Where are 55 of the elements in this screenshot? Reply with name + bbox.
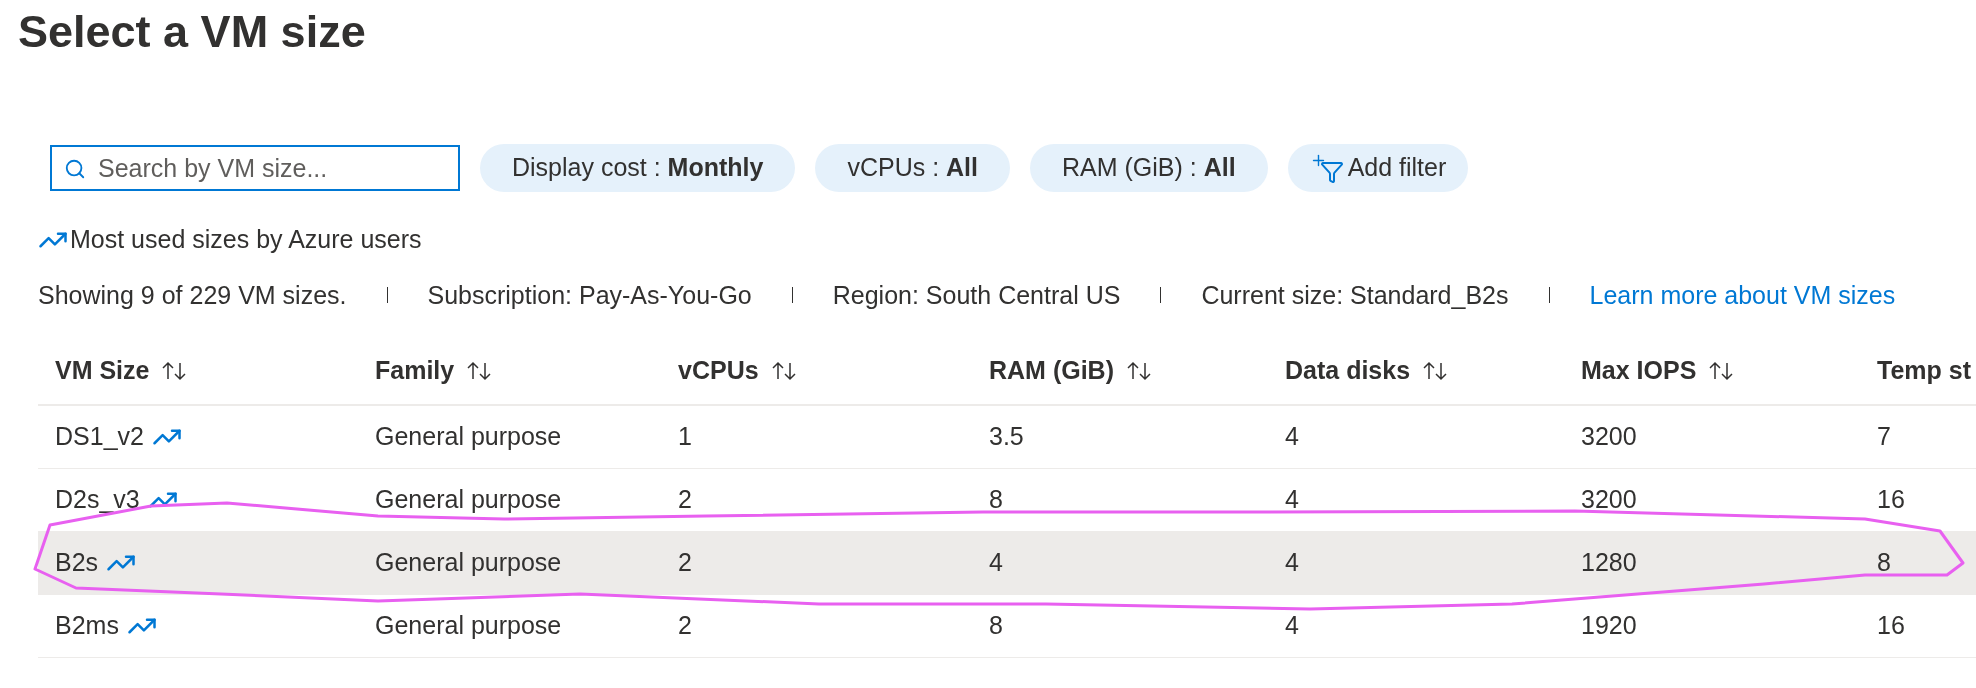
column-header[interactable]: Family [375,352,455,390]
search-icon [64,158,86,180]
table-cell-text: B2s [55,547,99,579]
table-cell-text: 3.5 [989,421,1024,453]
table-cell-text: 4 [1285,484,1299,516]
info-text: Subscription: Pay-As-You-Go [427,279,752,311]
filter-pill[interactable]: RAM (GiB) : All [1030,144,1268,192]
table-cell-text: D2s_v3 [55,484,140,516]
info-text: Region: South Central US [832,279,1121,311]
column-header[interactable]: Max IOPS [1581,352,1697,390]
learn-more-link[interactable]: Learn more about VM sizes [1589,276,1896,314]
table-cell-text: 1280 [1581,547,1637,579]
add-filter-button[interactable]: Add filter [1287,144,1469,192]
table-cell-text: 2 [678,484,692,516]
most-used-note: Most used sizes by Azure users [70,224,422,255]
table-cell-text: 1920 [1581,610,1637,642]
sort-icon[interactable] [770,361,797,381]
sort-icon[interactable] [161,361,188,381]
table-cell-text: General purpose [375,547,562,579]
table-cell-text: 16 [1877,484,1905,516]
page-title: Select a VM size [18,5,366,59]
table-cell-text: B2ms [55,610,119,642]
table-cell-text: General purpose [375,484,562,516]
table-cell-text: 4 [1285,421,1299,453]
info-text: Showing 9 of 229 VM sizes. [38,279,347,311]
filter-pill[interactable]: Display cost : Monthly [480,144,796,192]
table-cell-text: 7 [1877,421,1891,453]
sort-icon[interactable] [466,361,493,381]
column-header[interactable]: VM Size [55,352,150,390]
column-header[interactable]: vCPUs [678,352,759,390]
table-cell-text: 2 [678,547,692,579]
sort-icon[interactable] [1708,361,1735,381]
info-text: Current size: Standard_B2s [1201,279,1509,311]
table-cell-text: DS1_v2 [55,421,144,453]
table-cell-text: 4 [989,547,1003,579]
table-cell-text: 4 [1285,547,1299,579]
search-field[interactable]: Search by VM size... [50,145,460,191]
table-cell-text: General purpose [375,610,562,642]
table-cell-text: 2 [678,610,692,642]
table-cell-text: 3200 [1581,421,1637,453]
column-header[interactable]: RAM (GiB) [989,352,1114,390]
column-header[interactable]: Temp st [1877,352,1971,390]
table-cell-text: 8 [989,610,1003,642]
sort-icon[interactable] [1126,361,1152,381]
table-row[interactable]: B2s General purpose 2 4 4 1280 8 [38,532,1976,595]
table-cell-text: 1 [678,421,692,453]
table-cell-text: 8 [989,484,1003,516]
table-cell-text: 4 [1285,610,1299,642]
sort-icon[interactable] [1422,361,1449,381]
table-cell-text: 3200 [1581,484,1637,516]
column-header[interactable]: Data disks [1285,352,1411,390]
table-cell-text: General purpose [375,421,562,453]
table-cell-text: 8 [1877,547,1891,579]
table-cell-text: 16 [1877,610,1905,642]
filter-pill[interactable]: vCPUs : All [815,144,1010,192]
